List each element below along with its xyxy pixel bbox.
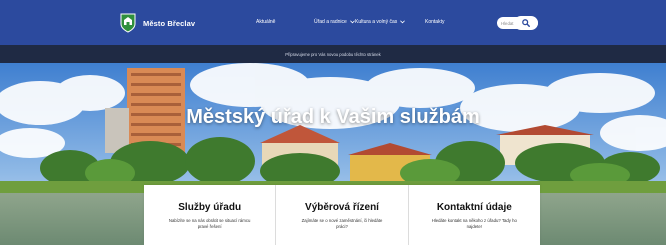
nav-item-urad-a-radnice[interactable]: Úřad a radnice — [314, 19, 355, 25]
card-sluzby-uradu[interactable]: Služby úřadu Nabízíte se na nás obrátit … — [144, 185, 275, 245]
card-title: Výběrová řízení — [305, 202, 379, 213]
card-text: Nabízíte se na nás obrátit se situací rá… — [168, 218, 251, 229]
card-text: Hledáte kontakt na někoho z úřadu? Tady … — [431, 218, 517, 229]
info-strip-text: Připravujeme pro Vás novou podobu těchto… — [285, 51, 381, 57]
nav-item-label: Aktuálně — [256, 19, 276, 25]
nav-item-kultura-a-volny-cas[interactable]: Kultura a volný čas — [355, 19, 406, 25]
card-text: Zajímáte se o nové zaměstnání, či hledát… — [301, 218, 383, 229]
top-navbar: Město Břeclav Aktuálně Úřad a radnice Ku… — [0, 0, 666, 45]
nav-item-label: Úřad a radnice — [314, 19, 347, 25]
card-vyberova-rizeni[interactable]: Výběrová řízení Zajímáte se o nové zaměs… — [275, 185, 407, 245]
nav-item-label: Kultura a volný čas — [355, 19, 398, 25]
nav-item-label: Kontakty — [425, 19, 445, 25]
main-menu: Aktuálně Úřad a radnice Kultura a volný … — [0, 19, 666, 29]
card-title: Služby úřadu — [178, 202, 242, 213]
card-title: Kontaktní údaje — [436, 202, 512, 213]
card-kontaktni-udaje[interactable]: Kontaktní údaje Hledáte kontakt na někoh… — [407, 185, 540, 245]
info-strip: Připravujeme pro Vás novou podobu těchto… — [0, 45, 666, 63]
chevron-down-icon — [400, 20, 406, 24]
nav-item-aktualne[interactable]: Aktuálně — [256, 19, 275, 25]
hero-title: Městský úřad k Vašim službám — [186, 106, 480, 128]
service-cards: Služby úřadu Nabízíte se na nás obrátit … — [144, 185, 540, 245]
nav-item-kontakty[interactable]: Kontakty — [425, 19, 444, 25]
search-button[interactable] — [514, 16, 538, 30]
search-icon — [522, 19, 530, 27]
